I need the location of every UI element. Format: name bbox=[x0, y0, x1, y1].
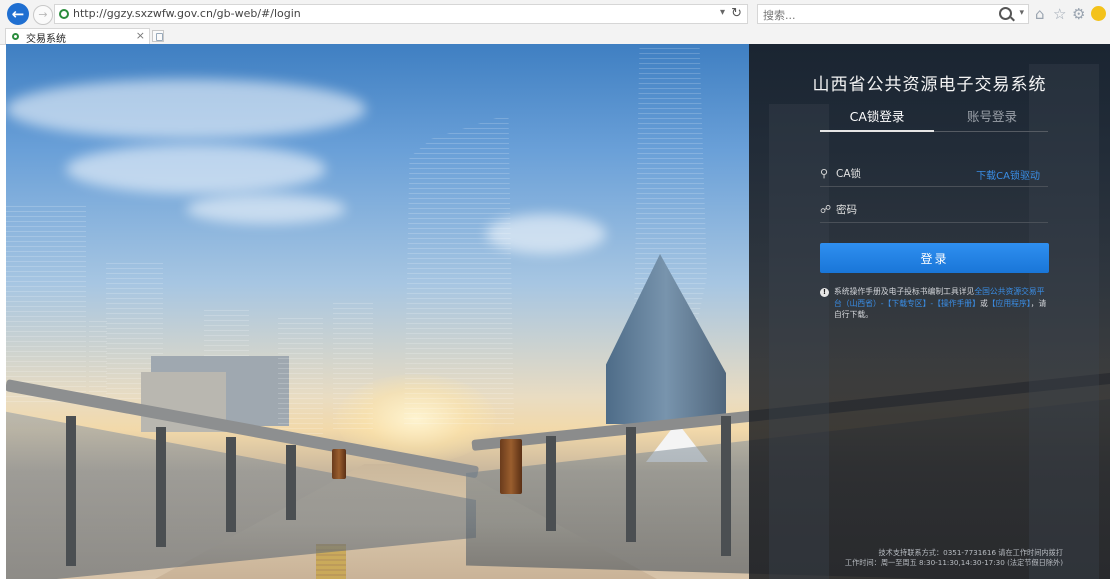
browser-chrome: ← → http://ggzy.sxzwfw.gov.cn/gb-web/#/l… bbox=[0, 0, 1110, 45]
star-icon[interactable]: ☆ bbox=[1053, 5, 1066, 23]
home-icon[interactable]: ⌂ bbox=[1035, 5, 1045, 23]
login-panel: 山西省公共资源电子交易系统 CA锁登录 账号登录 ⚲ 下载CA锁驱动 ☍ 登录 … bbox=[749, 44, 1110, 579]
url-text[interactable]: http://ggzy.sxzwfw.gov.cn/gb-web/#/login bbox=[73, 7, 301, 20]
site-favicon-icon bbox=[59, 9, 69, 19]
tab-active-indicator bbox=[820, 130, 934, 132]
address-bar-row: ← → http://ggzy.sxzwfw.gov.cn/gb-web/#/l… bbox=[0, 0, 1110, 28]
address-bar[interactable]: http://ggzy.sxzwfw.gov.cn/gb-web/#/login… bbox=[54, 4, 748, 24]
railing-post-decoration bbox=[626, 427, 636, 542]
application-link[interactable]: 【应用程序】 bbox=[988, 299, 1031, 308]
tab-ca-login[interactable]: CA锁登录 bbox=[822, 106, 932, 125]
search-icon[interactable] bbox=[999, 7, 1012, 20]
password-field[interactable]: ☍ bbox=[820, 198, 1048, 223]
railing-post-decoration bbox=[156, 427, 166, 547]
back-icon[interactable]: ← bbox=[7, 3, 29, 25]
trash-bin-decoration bbox=[332, 449, 346, 479]
trash-bin-decoration bbox=[500, 439, 522, 494]
railing-post-decoration bbox=[721, 416, 731, 556]
password-input[interactable] bbox=[834, 200, 988, 220]
smiley-icon[interactable] bbox=[1091, 6, 1106, 21]
login-button[interactable]: 登录 bbox=[820, 243, 1049, 273]
forward-icon[interactable]: → bbox=[33, 5, 53, 25]
gear-icon[interactable]: ⚙ bbox=[1072, 5, 1085, 23]
building-decoration bbox=[1029, 64, 1099, 579]
building-decoration bbox=[6, 202, 86, 402]
support-contact: 技术支持联系方式：0351-7731616 请在工作时间内拨打 bbox=[878, 548, 1063, 557]
login-page: 山西省公共资源电子交易系统 CA锁登录 账号登录 ⚲ 下载CA锁驱动 ☍ 登录 … bbox=[6, 44, 1110, 579]
ca-lock-field[interactable]: ⚲ 下载CA锁驱动 bbox=[820, 162, 1048, 187]
building-decoration bbox=[89, 317, 107, 397]
key-icon: ⚲ bbox=[820, 167, 829, 180]
search-dropdown-icon[interactable]: ▾ bbox=[1019, 8, 1024, 18]
notice-middle: 或 bbox=[979, 298, 988, 308]
railing-post-decoration bbox=[226, 437, 236, 532]
notice-text: 系统操作手册及电子投标书编制工具详见全国公共资源交易平台（山西省）-【下载专区】… bbox=[834, 286, 1052, 321]
building-decoration bbox=[333, 299, 373, 429]
tab-strip: 交易系统 × bbox=[0, 28, 1110, 45]
work-hours: 工作时间：周一至周五 8:30-11:30,14:30-17:30 (法定节假日… bbox=[844, 558, 1063, 567]
tab-title[interactable]: 交易系统 bbox=[26, 30, 66, 45]
notice-prefix: 系统操作手册及电子投标书编制工具详见 bbox=[834, 287, 975, 296]
close-icon[interactable]: × bbox=[136, 29, 145, 42]
tab-account-login[interactable]: 账号登录 bbox=[937, 106, 1047, 125]
cloud-decoration bbox=[66, 144, 326, 194]
new-tab-button[interactable] bbox=[152, 30, 164, 42]
support-footer: 技术支持联系方式：0351-7731616 请在工作时间内拨打 工作时间：周一至… bbox=[749, 548, 1110, 568]
refresh-icon[interactable]: ↻ bbox=[731, 6, 742, 21]
tower-decoration bbox=[404, 114, 514, 424]
search-box[interactable]: ▾ bbox=[757, 4, 1029, 24]
search-input[interactable] bbox=[761, 6, 965, 24]
railing-post-decoration bbox=[286, 445, 296, 520]
download-ca-driver-link[interactable]: 下载CA锁驱动 bbox=[976, 167, 1040, 182]
building-decoration bbox=[278, 314, 323, 434]
browser-tab[interactable]: 交易系统 × bbox=[5, 28, 150, 45]
cloud-decoration bbox=[6, 79, 366, 139]
lock-icon: ☍ bbox=[820, 203, 832, 216]
building-decoration bbox=[606, 254, 726, 424]
railing-post-decoration bbox=[546, 436, 556, 531]
ca-lock-input[interactable] bbox=[834, 164, 988, 184]
info-icon: ! bbox=[820, 288, 829, 297]
cloud-decoration bbox=[186, 194, 346, 224]
system-title: 山西省公共资源电子交易系统 bbox=[812, 75, 1047, 95]
tab-favicon-icon bbox=[12, 33, 19, 40]
railing-post-decoration bbox=[66, 416, 76, 566]
url-dropdown-icon[interactable]: ▾ bbox=[720, 7, 725, 18]
